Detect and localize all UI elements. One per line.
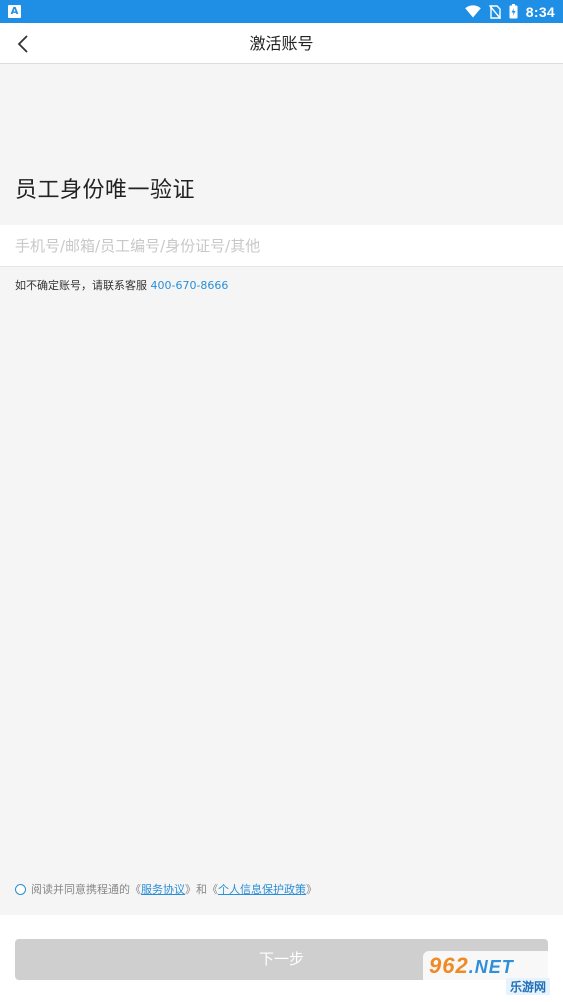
status-time: 8:34 <box>525 3 555 20</box>
watermark-top: 962.NET <box>429 953 514 979</box>
site-watermark-logo: 962.NET 乐游网 <box>423 951 558 997</box>
agreement-suffix: 》 <box>306 883 317 896</box>
account-input[interactable] <box>0 225 563 266</box>
customer-service-phone-link[interactable]: 400-670-8666 <box>151 279 229 292</box>
navigation-bar: 激活账号 <box>0 23 563 64</box>
status-bar: A 8:34 <box>0 0 563 23</box>
verification-heading: 员工身份唯一验证 <box>15 178 196 203</box>
battery-icon <box>509 4 518 19</box>
agreement-prefix: 阅读并同意携程通的《 <box>31 883 141 896</box>
status-right: 8:34 <box>464 3 555 20</box>
account-input-row <box>0 225 563 267</box>
watermark-suffix: .NET <box>468 957 514 977</box>
status-left: A <box>8 5 21 18</box>
agreement-checkbox[interactable] <box>15 883 26 895</box>
watermark-digits: 962 <box>429 953 469 978</box>
privacy-policy-link[interactable]: 个人信息保护政策 <box>218 881 306 897</box>
agreement-middle: 》和《 <box>185 883 218 896</box>
service-agreement-link[interactable]: 服务协议 <box>141 881 185 897</box>
help-text: 如不确定账号，请联系客服 <box>15 279 147 292</box>
watermark-bottom: 乐游网 <box>505 978 550 995</box>
app-notification-icon: A <box>8 5 21 18</box>
help-text-line: 如不确定账号，请联系客服 400-670-8666 <box>15 277 228 293</box>
agreement-row: 阅读并同意携程通的《 服务协议 》和《 个人信息保护政策 》 <box>15 881 317 897</box>
page-title: 激活账号 <box>249 34 314 53</box>
no-sim-icon <box>488 4 501 19</box>
wifi-icon <box>464 5 481 18</box>
